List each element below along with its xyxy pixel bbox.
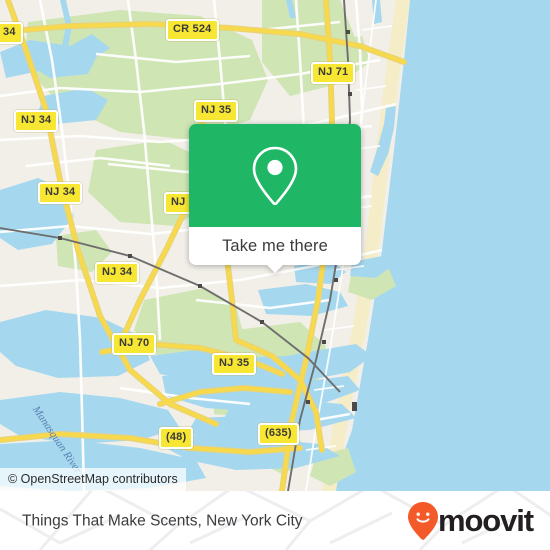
road-shield-nj35-low[interactable]: NJ 35: [212, 353, 257, 375]
map-pin-icon: [251, 145, 299, 207]
callout-header: [189, 124, 361, 227]
callout-footer[interactable]: Take me there: [189, 227, 361, 273]
footer-bar: Things That Make Scents, New York City m…: [0, 491, 550, 550]
moovit-wordmark: moovit: [437, 503, 534, 538]
place-callout[interactable]: Take me there: [189, 124, 361, 273]
callout-tail: [266, 264, 284, 273]
road-shield-cr524[interactable]: CR 524: [166, 19, 219, 41]
page-title: Things That Make Scents, New York City: [22, 511, 303, 529]
moovit-place-card: 34 CR 524 NJ 71 NJ 35 NJ 34 NJ 34 NJ 3 N…: [0, 0, 550, 550]
road-shield-nj35-top[interactable]: NJ 35: [194, 100, 239, 122]
road-shield-48[interactable]: (48): [159, 427, 194, 449]
osm-attribution[interactable]: © OpenStreetMap contributors: [0, 467, 186, 491]
moovit-brand[interactable]: moovit: [407, 501, 534, 540]
road-shield-635[interactable]: (635): [258, 423, 299, 445]
take-me-there-button[interactable]: Take me there: [222, 238, 328, 255]
map-canvas[interactable]: 34 CR 524 NJ 71 NJ 35 NJ 34 NJ 34 NJ 3 N…: [0, 0, 550, 491]
road-shield-nj70[interactable]: NJ 70: [112, 333, 157, 355]
road-shield-nj34-low[interactable]: NJ 34: [95, 262, 140, 284]
moovit-smiley-pin-icon: [407, 501, 438, 540]
road-shield-nj34-mid[interactable]: NJ 34: [38, 182, 83, 204]
road-shield-nj34-left[interactable]: NJ 34: [14, 110, 59, 132]
road-shield-nj34-edge[interactable]: 34: [0, 22, 23, 44]
road-shield-nj71[interactable]: NJ 71: [311, 62, 356, 84]
